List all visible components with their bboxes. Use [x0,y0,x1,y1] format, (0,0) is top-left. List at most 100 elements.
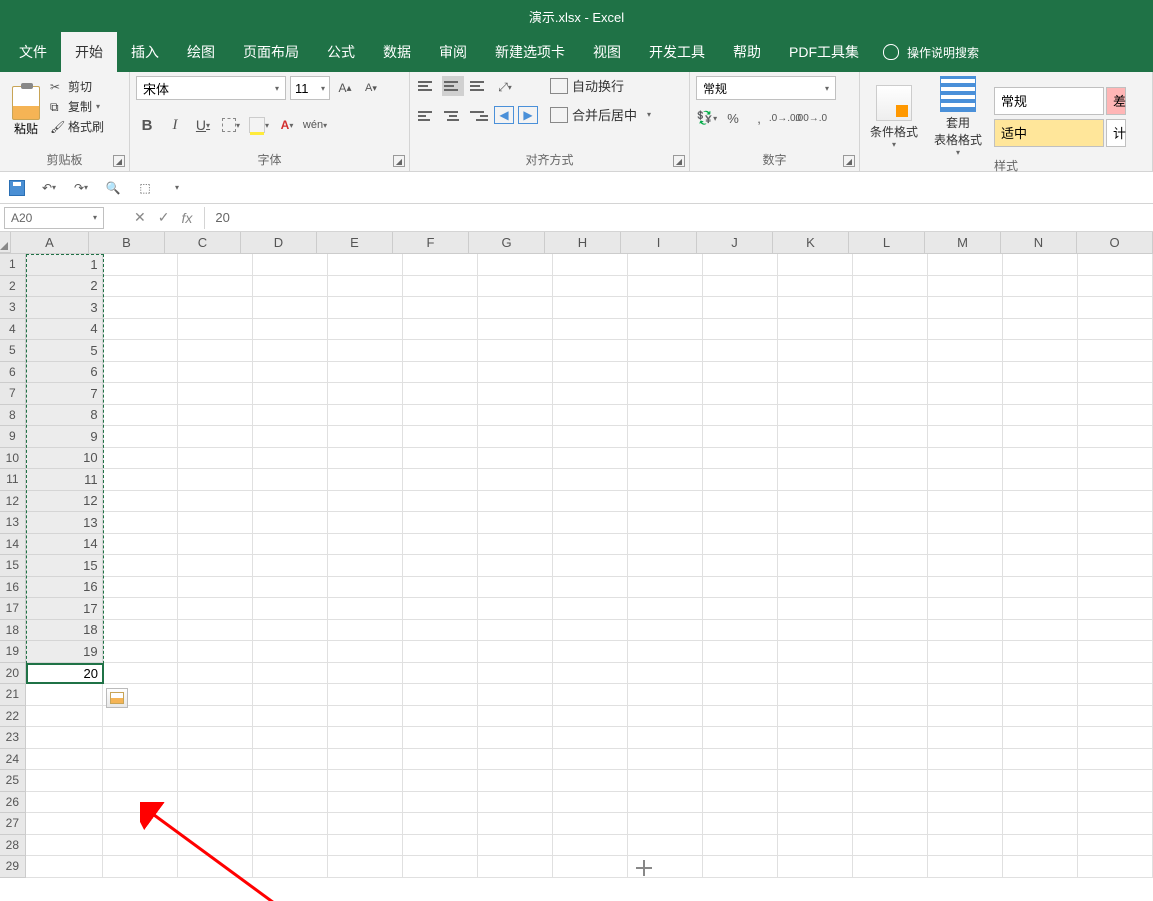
column-header-H[interactable]: H [545,232,621,253]
cell-G7[interactable] [478,383,553,405]
cell-J19[interactable] [703,641,778,663]
cell-H9[interactable] [553,426,628,448]
cell-I10[interactable] [628,448,703,470]
cell-F27[interactable] [403,813,478,835]
tab-draw[interactable]: 绘图 [173,32,229,72]
cell-J24[interactable] [703,749,778,771]
cell-B8[interactable] [103,405,178,427]
row-header-12[interactable]: 12 [0,491,26,513]
spreadsheet-grid[interactable]: ABCDEFGHIJKLMNO 112233445566778899101011… [0,232,1153,901]
cell-O28[interactable] [1078,835,1153,857]
cell-K17[interactable] [778,598,853,620]
cell-D27[interactable] [253,813,328,835]
cell-F22[interactable] [403,706,478,728]
row-header-17[interactable]: 17 [0,598,26,620]
cell-A3[interactable]: 3 [26,297,103,319]
column-header-I[interactable]: I [621,232,697,253]
cell-E12[interactable] [328,491,403,513]
cell-B24[interactable] [103,749,178,771]
cell-K4[interactable] [778,319,853,341]
cell-L28[interactable] [853,835,928,857]
cell-E2[interactable] [328,276,403,298]
cell-A24[interactable] [26,749,103,771]
cell-L14[interactable] [853,534,928,556]
cell-E19[interactable] [328,641,403,663]
cell-H20[interactable] [553,663,628,685]
cell-J17[interactable] [703,598,778,620]
cell-N18[interactable] [1003,620,1078,642]
increase-indent-button[interactable]: ▶ [518,106,538,124]
cell-I3[interactable] [628,297,703,319]
wrap-text-button[interactable]: 自动换行 [550,76,651,95]
row-header-20[interactable]: 20 [0,663,26,685]
row-header-4[interactable]: 4 [0,319,26,341]
cell-D1[interactable] [253,254,328,276]
cell-C5[interactable] [178,340,253,362]
cell-H7[interactable] [553,383,628,405]
cell-J22[interactable] [703,706,778,728]
cell-I27[interactable] [628,813,703,835]
cell-I9[interactable] [628,426,703,448]
cell-L27[interactable] [853,813,928,835]
cell-G17[interactable] [478,598,553,620]
cell-E10[interactable] [328,448,403,470]
cell-G23[interactable] [478,727,553,749]
row-header-11[interactable]: 11 [0,469,26,491]
cell-D12[interactable] [253,491,328,513]
cell-H4[interactable] [553,319,628,341]
cell-M7[interactable] [928,383,1003,405]
cell-M5[interactable] [928,340,1003,362]
cell-C8[interactable] [178,405,253,427]
increase-font-button[interactable]: A▴ [334,77,356,99]
cell-H28[interactable] [553,835,628,857]
qat-customize-button[interactable]: ▾ [168,179,186,197]
cell-H18[interactable] [553,620,628,642]
cell-G12[interactable] [478,491,553,513]
font-size-select[interactable]: 11▾ [290,76,330,100]
merge-center-button[interactable]: 合并后居中▾ [550,105,651,124]
cell-N20[interactable] [1003,663,1078,685]
cell-G18[interactable] [478,620,553,642]
cell-N16[interactable] [1003,577,1078,599]
cell-C18[interactable] [178,620,253,642]
format-painter-button[interactable]: 🖌格式刷 [50,118,104,135]
cell-J7[interactable] [703,383,778,405]
cell-H29[interactable] [553,856,628,878]
cell-L13[interactable] [853,512,928,534]
cell-A27[interactable] [26,813,103,835]
cell-J4[interactable] [703,319,778,341]
cell-O1[interactable] [1078,254,1153,276]
cell-style-calc[interactable]: 计 [1106,119,1126,147]
cell-C27[interactable] [178,813,253,835]
cell-D2[interactable] [253,276,328,298]
row-header-8[interactable]: 8 [0,405,26,427]
cell-N13[interactable] [1003,512,1078,534]
cell-N7[interactable] [1003,383,1078,405]
cell-K24[interactable] [778,749,853,771]
cell-I7[interactable] [628,383,703,405]
cell-H8[interactable] [553,405,628,427]
cell-M3[interactable] [928,297,1003,319]
cell-E23[interactable] [328,727,403,749]
cell-N4[interactable] [1003,319,1078,341]
cell-O5[interactable] [1078,340,1153,362]
cell-I23[interactable] [628,727,703,749]
cell-A2[interactable]: 2 [26,276,103,298]
cell-M18[interactable] [928,620,1003,642]
cell-L7[interactable] [853,383,928,405]
cell-B9[interactable] [103,426,178,448]
cell-E6[interactable] [328,362,403,384]
cell-M17[interactable] [928,598,1003,620]
cell-E8[interactable] [328,405,403,427]
copy-button[interactable]: ⧉复制▾ [50,98,104,115]
cell-D23[interactable] [253,727,328,749]
cell-I5[interactable] [628,340,703,362]
cell-G19[interactable] [478,641,553,663]
cell-K5[interactable] [778,340,853,362]
cell-L18[interactable] [853,620,928,642]
cell-L29[interactable] [853,856,928,878]
row-header-15[interactable]: 15 [0,555,26,577]
accounting-format-button[interactable]: 💱▾ [696,108,718,128]
cell-B7[interactable] [103,383,178,405]
cell-L8[interactable] [853,405,928,427]
